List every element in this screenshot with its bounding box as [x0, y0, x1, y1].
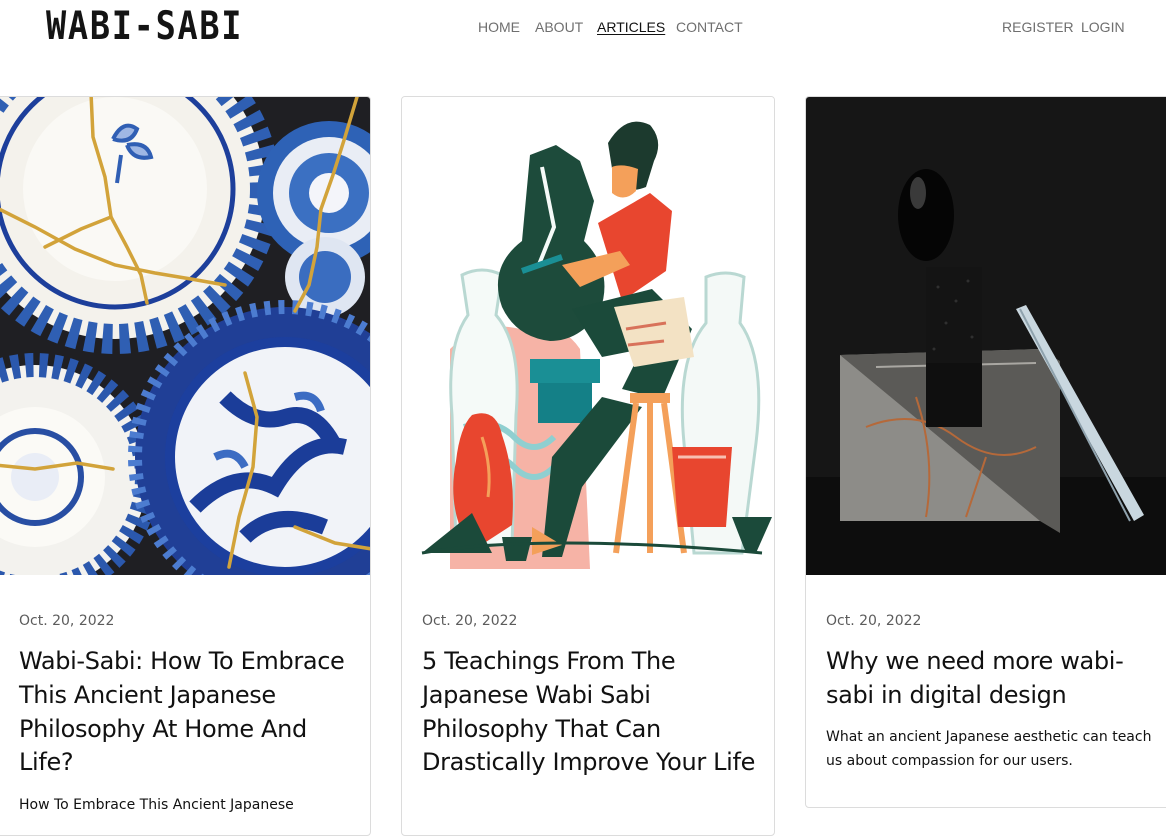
article-date: Oct. 20, 2022 [422, 613, 518, 629]
kintsugi-plates-illustration [0, 97, 370, 575]
site-logo[interactable]: WABI-SABI [46, 4, 243, 50]
article-excerpt: How To Embrace This Ancient Japanese [19, 797, 294, 813]
nav-articles-link[interactable]: ARTICLES [597, 18, 665, 36]
article-title[interactable]: 5 Teachings From The Japanese Wabi Sabi … [422, 645, 762, 780]
article-date: Oct. 20, 2022 [826, 613, 922, 629]
article-card-teachings[interactable]: Oct. 20, 2022 5 Teachings From The Japan… [401, 96, 775, 836]
top-navigation: WABI-SABI HOME ABOUT ARTICLES CONTACT RE… [0, 0, 1166, 56]
register-link[interactable]: REGISTER [1002, 18, 1074, 36]
nav-contact-link[interactable]: CONTACT [676, 18, 743, 36]
dark-still-life-illustration [806, 97, 1166, 575]
plate-bottom-left [0, 353, 159, 575]
nav-home-link[interactable]: HOME [478, 18, 520, 36]
potter-illustration [402, 97, 774, 575]
article-card-kintsugi[interactable]: Oct. 20, 2022 Wabi-Sabi: How To Embrace … [0, 96, 371, 836]
article-excerpt: What an ancient Japanese aesthetic can t… [826, 729, 1152, 769]
plate-top-left [0, 97, 280, 354]
article-title[interactable]: Wabi-Sabi: How To Embrace This Ancient J… [19, 645, 349, 780]
potter-image[interactable] [402, 97, 774, 575]
login-link[interactable]: LOGIN [1081, 18, 1125, 36]
article-card-digital-design[interactable]: Oct. 20, 2022 Why we need more wabi-sabi… [805, 96, 1166, 808]
nav-about-link[interactable]: ABOUT [535, 18, 583, 36]
article-title[interactable]: Why we need more wabi-sabi in digital de… [826, 645, 1156, 713]
still-life-image[interactable] [806, 97, 1166, 575]
article-date: Oct. 20, 2022 [19, 613, 115, 629]
kintsugi-plates-image[interactable] [0, 97, 370, 575]
